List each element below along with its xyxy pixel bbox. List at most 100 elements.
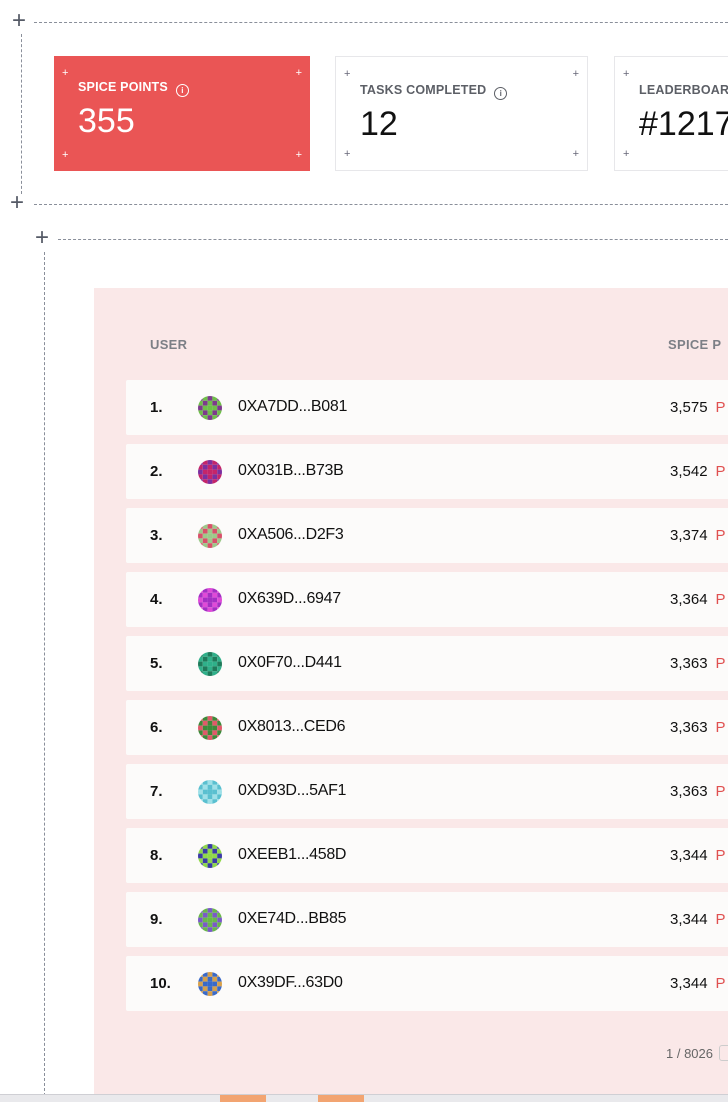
avatar-icon xyxy=(198,652,222,676)
wallet-address[interactable]: 0X031B...B73B xyxy=(238,462,344,480)
table-row[interactable]: 7. 0XD93D...5AF1 3,363 P xyxy=(126,764,728,819)
avatar-icon xyxy=(198,396,222,420)
spice-points-cell: 3,374 P xyxy=(670,527,726,544)
info-icon[interactable]: i xyxy=(175,84,189,97)
points-value: 3,363 xyxy=(670,719,708,736)
points-unit: P xyxy=(715,527,726,544)
corner-plus-icon: + xyxy=(295,149,302,161)
points-value: 3,344 xyxy=(670,911,708,928)
rank: 6. xyxy=(150,719,163,736)
avatar-icon xyxy=(198,716,222,740)
spice-points-value: 355 xyxy=(78,102,135,140)
corner-plus-icon: + xyxy=(12,7,27,34)
wallet-address[interactable]: 0XE74D...BB85 xyxy=(238,910,346,928)
avatar-icon xyxy=(198,780,222,804)
corner-plus-icon: + xyxy=(35,224,50,251)
corner-plus-icon: + xyxy=(572,148,579,160)
wallet-address[interactable]: 0X8013...CED6 xyxy=(238,718,346,736)
points-value: 3,344 xyxy=(670,975,708,992)
tasks-completed-card: + + + + TASKS COMPLETED i 12 xyxy=(335,56,588,171)
rank: 1. xyxy=(150,399,163,416)
points-value: 3,364 xyxy=(670,591,708,608)
points-value: 3,542 xyxy=(670,463,708,480)
points-unit: P xyxy=(715,399,726,416)
spice-points-cell: 3,344 P xyxy=(670,975,726,992)
table-row[interactable]: 8. 0XEEB1...458D 3,344 P xyxy=(126,828,728,883)
points-value: 3,363 xyxy=(670,783,708,800)
wallet-address[interactable]: 0XA506...D2F3 xyxy=(238,526,344,544)
leaderboard-rank-value: #1217 xyxy=(639,105,728,143)
corner-plus-icon: + xyxy=(344,148,351,160)
spice-points-card: + + + + SPICE POINTS i 355 xyxy=(54,56,310,171)
spice-points-cell: 3,344 P xyxy=(670,911,726,928)
points-value: 3,344 xyxy=(670,847,708,864)
spice-points-cell: 3,542 P xyxy=(670,463,726,480)
rank: 5. xyxy=(150,655,163,672)
points-unit: P xyxy=(715,847,726,864)
rank: 2. xyxy=(150,463,163,480)
table-row[interactable]: 1. 0XA7DD...B081 3,575 P xyxy=(126,380,728,435)
tasks-completed-value: 12 xyxy=(360,105,398,143)
wallet-address[interactable]: 0XA7DD...B081 xyxy=(238,398,347,416)
corner-plus-icon: + xyxy=(572,68,579,80)
corner-plus-icon: + xyxy=(10,189,25,216)
table-row[interactable]: 4. 0X639D...6947 3,364 P xyxy=(126,572,728,627)
rank: 10. xyxy=(150,975,171,992)
stat-label: SPICE POINTS i xyxy=(78,80,189,97)
spice-points-cell: 3,363 P xyxy=(670,783,726,800)
spice-points-cell: 3,344 P xyxy=(670,847,726,864)
wallet-address[interactable]: 0X0F70...D441 xyxy=(238,654,342,672)
corner-plus-icon: + xyxy=(295,67,302,79)
table-row[interactable]: 9. 0XE74D...BB85 3,344 P xyxy=(126,892,728,947)
points-unit: P xyxy=(715,655,726,672)
corner-plus-icon: + xyxy=(62,67,69,79)
avatar-icon xyxy=(198,460,222,484)
divider xyxy=(58,239,728,240)
spice-points-cell: 3,364 P xyxy=(670,591,726,608)
divider xyxy=(44,252,45,1101)
points-unit: P xyxy=(715,591,726,608)
rank: 4. xyxy=(150,591,163,608)
table-row[interactable]: 2. 0X031B...B73B 3,542 P xyxy=(126,444,728,499)
column-header-user: USER xyxy=(150,337,188,352)
rank: 3. xyxy=(150,527,163,544)
points-value: 3,374 xyxy=(670,527,708,544)
pagination: 1 / 8026 xyxy=(666,1045,728,1061)
table-row[interactable]: 6. 0X8013...CED6 3,363 P xyxy=(126,700,728,755)
points-unit: P xyxy=(715,719,726,736)
divider xyxy=(34,204,728,205)
points-unit: P xyxy=(715,911,726,928)
corner-plus-icon: + xyxy=(344,68,351,80)
stat-label: LEADERBOARD xyxy=(639,83,728,97)
divider xyxy=(34,22,728,23)
spice-points-cell: 3,363 P xyxy=(670,655,726,672)
avatar-icon xyxy=(198,588,222,612)
info-icon[interactable]: i xyxy=(494,87,508,100)
table-row[interactable]: 10. 0X39DF...63D0 3,344 P xyxy=(126,956,728,1011)
leaderboard-card: + + LEADERBOARD #1217 xyxy=(614,56,728,171)
rank: 9. xyxy=(150,911,163,928)
spice-points-cell: 3,363 P xyxy=(670,719,726,736)
avatar-icon xyxy=(198,908,222,932)
rank: 8. xyxy=(150,847,163,864)
corner-plus-icon: + xyxy=(623,148,630,160)
stat-label: TASKS COMPLETED i xyxy=(360,83,508,100)
divider xyxy=(21,34,22,194)
corner-plus-icon: + xyxy=(623,68,630,80)
wallet-address[interactable]: 0X639D...6947 xyxy=(238,590,341,608)
points-value: 3,363 xyxy=(670,655,708,672)
table-row[interactable]: 3. 0XA506...D2F3 3,374 P xyxy=(126,508,728,563)
page-indicator: 1 / 8026 xyxy=(666,1046,713,1061)
points-unit: P xyxy=(715,463,726,480)
next-page-button[interactable] xyxy=(719,1045,728,1061)
spice-points-cell: 3,575 P xyxy=(670,399,726,416)
wallet-address[interactable]: 0XEEB1...458D xyxy=(238,846,346,864)
avatar-icon xyxy=(198,972,222,996)
points-value: 3,575 xyxy=(670,399,708,416)
wallet-address[interactable]: 0XD93D...5AF1 xyxy=(238,782,346,800)
wallet-address[interactable]: 0X39DF...63D0 xyxy=(238,974,343,992)
column-header-spice-points: SPICE P xyxy=(668,337,722,352)
avatar-icon xyxy=(198,524,222,548)
table-row[interactable]: 5. 0X0F70...D441 3,363 P xyxy=(126,636,728,691)
rank: 7. xyxy=(150,783,163,800)
